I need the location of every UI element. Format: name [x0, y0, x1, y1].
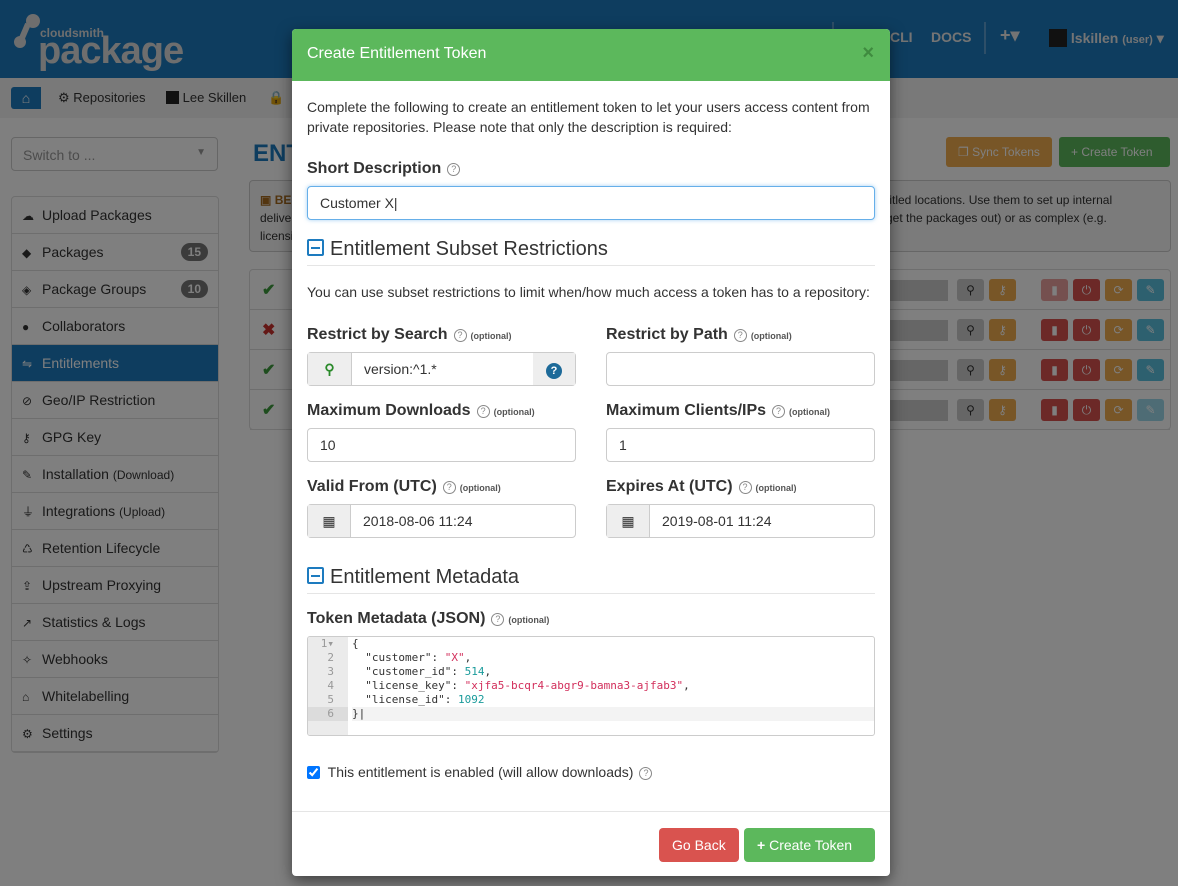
create-token-submit-button[interactable]: + Create Token: [744, 828, 875, 862]
expires-at-input[interactable]: 2019-08-01 11:24: [662, 513, 772, 529]
restrict-search-group: ⚲ version:^1.* ?: [307, 352, 576, 386]
help-icon: ?: [772, 405, 786, 418]
search-icon: ⚲: [308, 353, 351, 385]
calendar-icon: ▦: [607, 505, 650, 537]
help-icon: ?: [733, 329, 747, 342]
help-icon: ?: [453, 329, 467, 342]
search-help-icon[interactable]: ?: [533, 353, 575, 385]
max-downloads-label: Maximum Downloads? (optional): [307, 402, 535, 419]
max-clients-label: Maximum Clients/IPs? (optional): [606, 402, 831, 419]
enabled-label: This entitlement is enabled (will allow …: [327, 764, 634, 780]
restrict-search-label: Restrict by Search? (optional): [307, 326, 512, 343]
help-icon: ?: [476, 405, 490, 418]
max-clients-input[interactable]: 1: [606, 428, 875, 462]
max-downloads-input[interactable]: 10: [307, 428, 576, 462]
collapse-icon: [307, 239, 324, 256]
short-description-input[interactable]: Customer X|: [307, 186, 875, 220]
restrict-search-input[interactable]: version:^1.*: [351, 353, 534, 385]
help-icon: ?: [447, 163, 461, 176]
close-icon[interactable]: ×: [862, 42, 874, 65]
valid-from-input[interactable]: 2018-08-06 11:24: [363, 513, 473, 529]
collapse-icon: [307, 567, 324, 584]
restrict-path-input[interactable]: [606, 352, 875, 386]
subset-restrictions-heading[interactable]: Entitlement Subset Restrictions: [307, 238, 875, 266]
token-metadata-label: Token Metadata (JSON)? (optional): [307, 610, 550, 627]
enabled-checkbox-row[interactable]: This entitlement is enabled (will allow …: [307, 764, 653, 780]
valid-from-label: Valid From (UTC)? (optional): [307, 478, 501, 495]
help-icon: ?: [639, 767, 653, 780]
expires-at-label: Expires At (UTC)? (optional): [606, 478, 797, 495]
editor-code: { "customer": "X", "customer_id": 514, "…: [352, 637, 874, 721]
short-description-label: Short Description?: [307, 160, 461, 178]
calendar-icon: ▦: [308, 505, 351, 537]
editor-gutter: 1▾ 2 3 4 5 6: [308, 637, 348, 735]
valid-from-group[interactable]: ▦ 2018-08-06 11:24: [307, 504, 576, 538]
modal-title: Create Entitlement Token: [307, 45, 487, 62]
create-entitlement-modal: Create Entitlement Token × Complete the …: [292, 29, 890, 876]
metadata-heading[interactable]: Entitlement Metadata: [307, 566, 875, 594]
modal-intro: Complete the following to create an enti…: [307, 99, 870, 135]
modal-header: Create Entitlement Token ×: [292, 29, 890, 81]
help-icon: ?: [491, 613, 505, 626]
expires-at-group[interactable]: ▦ 2019-08-01 11:24: [606, 504, 875, 538]
enabled-checkbox[interactable]: [307, 766, 320, 779]
modal-footer: Go Back + Create Token: [292, 811, 890, 876]
restrict-path-label: Restrict by Path? (optional): [606, 326, 792, 343]
go-back-button[interactable]: Go Back: [659, 828, 739, 862]
help-icon: ?: [738, 481, 752, 494]
json-editor[interactable]: 1▾ 2 3 4 5 6 { "customer": "X", "customer_id"…: [307, 636, 875, 736]
help-icon: ?: [442, 481, 456, 494]
subset-intro: You can use subset restrictions to limit…: [307, 284, 870, 300]
